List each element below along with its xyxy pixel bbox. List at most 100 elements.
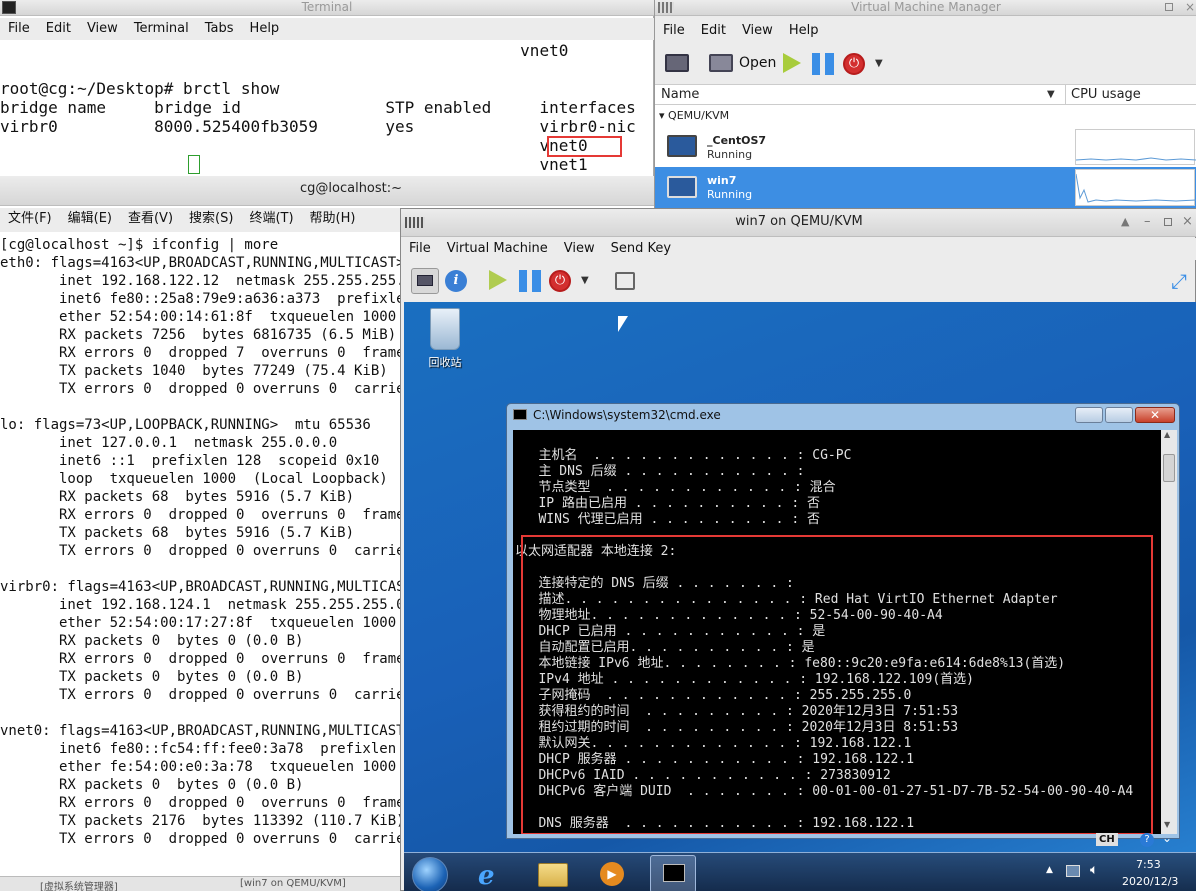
- taskbar-item-vmm[interactable]: [虚拟系统管理器]: [40, 878, 118, 891]
- menu-tabs[interactable]: Tabs: [197, 18, 242, 40]
- shutdown-menu-chevron-icon[interactable]: ▼: [875, 58, 883, 69]
- terminal-line: [cg@localhost ~]$ ifconfig | more: [0, 237, 279, 253]
- minimize-icon[interactable]: [1075, 407, 1103, 423]
- close-icon[interactable]: ×: [1182, 209, 1193, 235]
- show-console-icon[interactable]: [411, 268, 439, 294]
- cmd-titlebar[interactable]: C:\Windows\system32\cmd.exe ✕: [507, 404, 1179, 426]
- ie-icon[interactable]: e: [478, 861, 495, 891]
- terminal-line: inet 192.168.124.1 netmask 255.255.255.0: [0, 597, 400, 613]
- open-button[interactable]: Open: [739, 55, 776, 71]
- console-menu-view[interactable]: View: [556, 238, 603, 260]
- maximize-icon[interactable]: [1105, 407, 1133, 423]
- network-icon[interactable]: [1066, 865, 1080, 877]
- console-menu-file[interactable]: File: [401, 238, 439, 260]
- terminal-line: inet6 fe80::25a8:79e9:a636:a373 prefixle…: [0, 291, 400, 307]
- resize-expand-icon[interactable]: ⤢: [1171, 269, 1187, 293]
- maximize-icon[interactable]: [1165, 3, 1173, 11]
- scroll-thumb[interactable]: [1163, 454, 1175, 482]
- vm-name: _CentOS7: [707, 134, 767, 147]
- group-qemu-kvm[interactable]: ▾ QEMU/KVM: [659, 109, 729, 122]
- vmm-menu-view[interactable]: View: [734, 20, 781, 42]
- shutdown-icon[interactable]: ⏻: [843, 53, 865, 75]
- cpu-graph-win7: [1075, 169, 1196, 206]
- terminal-titlebar[interactable]: Terminal: [0, 0, 654, 16]
- clock-time[interactable]: 7:53: [1136, 858, 1161, 871]
- start-button[interactable]: [412, 857, 448, 891]
- clock-date[interactable]: 2020/12/3: [1122, 875, 1178, 888]
- console-menu-vm[interactable]: Virtual Machine: [439, 238, 556, 260]
- shutdown-icon[interactable]: ⏻: [549, 270, 571, 292]
- vmm-menu-help[interactable]: Help: [781, 20, 827, 42]
- menu-terminal[interactable]: Terminal: [126, 18, 197, 40]
- terminal-line: vnet0: flags=4163<UP,BROADCAST,RUNNING,M…: [0, 723, 400, 739]
- vmm-toolbar: Open ⏻ ▼: [655, 46, 1196, 82]
- console-titlebar[interactable]: win7 on QEMU/KVM ▲ – ×: [401, 209, 1196, 237]
- terminal-line: virbr0: flags=4163<UP,BROADCAST,RUNNING,…: [0, 579, 400, 595]
- recycle-bin-label: 回收站: [428, 356, 462, 369]
- terminal-line: root@cg:~/Desktop# brctl show: [0, 79, 280, 98]
- recycle-bin[interactable]: 回收站: [420, 308, 470, 378]
- terminal-line: ether 52:54:00:14:61:8f txqueuelen 1000: [0, 309, 397, 325]
- sort-chevron-icon[interactable]: ▼: [1047, 89, 1055, 100]
- menu-help-cn[interactable]: 帮助(H): [302, 208, 364, 232]
- cmd-scrollbar[interactable]: ▲ ▼: [1161, 430, 1177, 834]
- run-icon[interactable]: [489, 270, 507, 290]
- vm-list-header: Name ▼ CPU usage: [655, 84, 1196, 106]
- terminal-line: vnet1: [0, 155, 588, 174]
- menu-terminal-cn[interactable]: 终端(T): [241, 208, 301, 232]
- menu-view-cn[interactable]: 查看(V): [120, 208, 181, 232]
- column-name[interactable]: Name: [661, 87, 699, 102]
- console-menu-sendkey[interactable]: Send Key: [603, 238, 679, 260]
- details-info-icon[interactable]: i: [445, 270, 467, 292]
- ime-options-icon[interactable]: ⌄: [1162, 831, 1172, 845]
- cmd-icon: [663, 864, 685, 882]
- terminal-line: inet 127.0.0.1 netmask 255.0.0.0: [0, 435, 338, 451]
- vmm-menu-edit[interactable]: Edit: [693, 20, 734, 42]
- minimize-icon[interactable]: –: [1144, 209, 1151, 235]
- media-player-icon[interactable]: ▶: [600, 862, 624, 886]
- group-label: QEMU/KVM: [668, 109, 730, 122]
- terminal-line: TX packets 1040 bytes 77249 (75.4 KiB): [0, 363, 388, 379]
- terminal2-titlebar[interactable]: cg@localhost:~: [0, 176, 654, 206]
- shutdown-menu-chevron-icon[interactable]: ▼: [581, 275, 589, 286]
- scroll-down-icon[interactable]: ▼: [1164, 820, 1170, 829]
- open-monitor-icon[interactable]: [709, 54, 733, 72]
- new-vm-icon[interactable]: [665, 54, 689, 72]
- scroll-up-icon[interactable]: ▲: [1164, 430, 1170, 439]
- keep-above-icon[interactable]: ▲: [1121, 209, 1129, 235]
- pause-icon[interactable]: [812, 53, 834, 75]
- explorer-icon[interactable]: [538, 863, 568, 887]
- fullscreen-toggle-icon[interactable]: [615, 272, 635, 290]
- maximize-icon[interactable]: [1164, 218, 1172, 226]
- terminal-window-bottom: cg@localhost:~ 文件(F) 编辑(E) 查看(V) 搜索(S) 终…: [0, 176, 654, 891]
- cmd-line: IP 路由已启用 . . . . . . . . . . : 否: [515, 496, 820, 511]
- volume-icon[interactable]: 🔈︎: [1090, 862, 1098, 878]
- column-divider: [1065, 85, 1066, 106]
- menu-view[interactable]: View: [79, 18, 126, 40]
- language-indicator[interactable]: CH: [1096, 833, 1118, 846]
- terminal2-output[interactable]: [cg@localhost ~]$ ifconfig | more eth0: f…: [0, 236, 400, 871]
- menu-file-cn[interactable]: 文件(F): [0, 208, 60, 232]
- cmd-taskbar-button[interactable]: [650, 855, 696, 891]
- close-icon[interactable]: ×: [1185, 0, 1195, 14]
- vmm-titlebar[interactable]: Virtual Machine Manager ×: [655, 0, 1196, 16]
- cmd-console[interactable]: 主机名 . . . . . . . . . . . . . : CG-PC 主 …: [513, 430, 1161, 834]
- vmm-menu-file[interactable]: File: [655, 20, 693, 42]
- menu-edit[interactable]: Edit: [38, 18, 79, 40]
- run-icon[interactable]: [783, 53, 801, 73]
- vm-row-centos7[interactable]: _CentOS7 Running: [655, 127, 1196, 167]
- menu-edit-cn[interactable]: 编辑(E): [60, 208, 120, 232]
- terminal-line: eth0: flags=4163<UP,BROADCAST,RUNNING,MU…: [0, 255, 400, 271]
- tray-expand-icon[interactable]: ▲: [1046, 865, 1053, 875]
- taskbar-item-console[interactable]: [win7 on QEMU/KVM]: [240, 878, 346, 889]
- pause-icon[interactable]: [519, 270, 541, 292]
- close-icon[interactable]: ✕: [1135, 407, 1175, 423]
- column-cpu-usage[interactable]: CPU usage: [1071, 87, 1141, 102]
- menu-help[interactable]: Help: [242, 18, 288, 40]
- ime-help-icon[interactable]: ?: [1140, 833, 1154, 847]
- vm-row-win7[interactable]: win7 Running: [655, 167, 1196, 208]
- mouse-cursor: [618, 316, 628, 332]
- menu-search-cn[interactable]: 搜索(S): [181, 208, 241, 232]
- vm-console-window: win7 on QEMU/KVM ▲ – × File Virtual Mach…: [400, 208, 1196, 891]
- menu-file[interactable]: File: [0, 18, 38, 40]
